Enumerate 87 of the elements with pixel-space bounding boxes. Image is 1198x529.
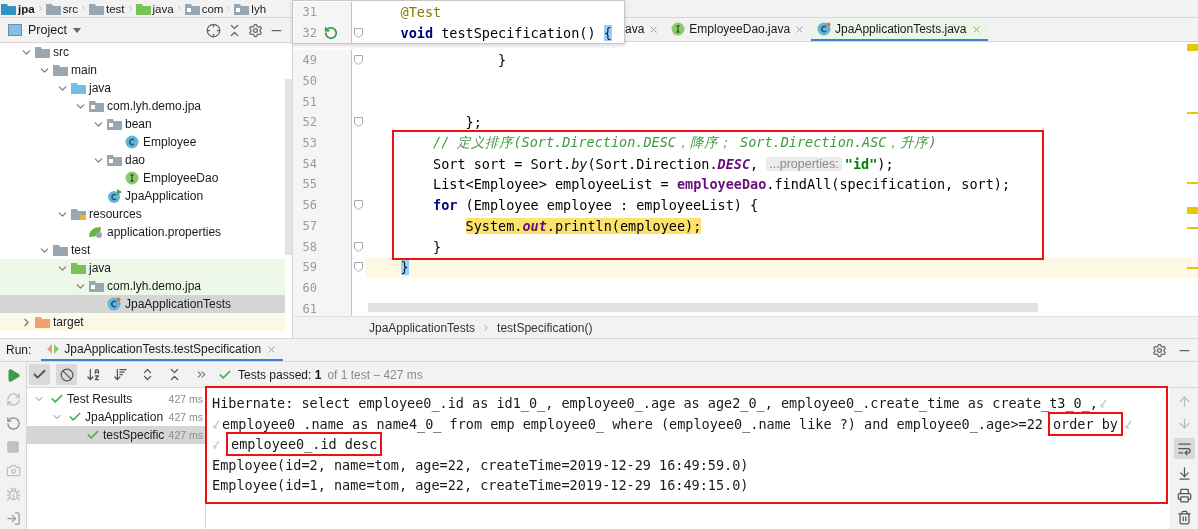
line-number: 31: [301, 5, 317, 20]
tree-item[interactable]: java: [0, 259, 285, 277]
tree-item[interactable]: com.lyh.demo.jpa: [0, 277, 285, 295]
line-number: 61: [301, 301, 317, 316]
tree-item[interactable]: JpaApplication: [0, 187, 285, 205]
line-number: 49: [301, 53, 317, 68]
run-tab[interactable]: JpaApplicationTests.testSpecification: [41, 339, 284, 361]
line-number: 54: [301, 156, 317, 171]
code-token: System.: [465, 217, 523, 234]
code-token: by: [571, 155, 588, 172]
line-number: 50: [301, 74, 317, 89]
code-token: employeeDao: [676, 176, 767, 193]
code-token: .findAll(specification, sort);: [766, 176, 1011, 193]
tree-item[interactable]: main: [0, 61, 285, 79]
line-number: 52: [301, 115, 317, 130]
console-line: Hibernate: select employee0_.id as id1_0_, employee0_.age as age2_0_, employee0_.create_time as create_t3_0_,: [212, 395, 1098, 412]
code-token: }: [498, 52, 507, 69]
tree-item[interactable]: JpaApplicationTests: [0, 295, 285, 313]
test-status: Tests passed: 1: [238, 367, 322, 382]
breadcrumb-item[interactable]: test: [88, 2, 125, 15]
line-number: 51: [301, 94, 317, 109]
tree-item[interactable]: com.lyh.demo.jpa: [0, 97, 285, 115]
line-number: 55: [301, 177, 317, 192]
code-token: // 定义排序(Sort.Direction.DESC，降序； Sort.Direction.ASC，升序): [433, 134, 937, 153]
console-line: Employee(id=1, name=tom, age=22, createTime=2019-12-29 16:49:15.0): [212, 477, 749, 494]
line-number: 32: [301, 26, 317, 41]
code-token: }: [400, 259, 409, 276]
console-line: employee0_.name as name4_0_ from emp employee0_ where (employee0_.name like ?) and employee0_.age>=22: [222, 415, 1043, 432]
code-token: (Employee employee : employeeList) {: [464, 197, 759, 214]
test-name: testSpecific: [103, 428, 165, 442]
code-token: (Sort.Direction.: [587, 155, 718, 172]
tree-item[interactable]: bean: [0, 115, 285, 133]
code-token: void: [400, 25, 434, 42]
breadcrumb-item[interactable]: JpaApplicationTests: [369, 320, 476, 335]
tree-item[interactable]: Employee: [0, 133, 285, 151]
breadcrumb-item[interactable]: java: [135, 2, 174, 15]
code-token: );: [877, 155, 894, 172]
editor-tab[interactable]: ava: [619, 19, 666, 41]
code-token: .println(employee);: [546, 217, 702, 234]
editor-tab[interactable]: JpaApplicationTests.java: [811, 19, 988, 41]
tree-item[interactable]: java: [0, 79, 285, 97]
line-number: 59: [301, 260, 317, 275]
tree-item[interactable]: src: [0, 43, 285, 61]
test-name: Test Results: [67, 392, 133, 406]
boxed-console-text: order by: [1047, 411, 1123, 436]
boxed-console-text: employee0_.id desc: [226, 432, 383, 457]
tree-item[interactable]: test: [0, 241, 285, 259]
breadcrumb-item[interactable]: jpa: [1, 2, 35, 15]
code-token: testSpecification(): [440, 25, 597, 42]
test-summary: of 1 test – 427 ms: [327, 367, 423, 382]
code-token: DESC: [717, 155, 751, 172]
tree-item[interactable]: resources: [0, 205, 285, 223]
breadcrumb-item[interactable]: testSpecification(): [497, 320, 593, 335]
parameter-hint: ...properties:: [766, 156, 842, 171]
code-token: @Test: [400, 4, 442, 21]
test-name: JpaApplication: [85, 410, 164, 424]
console-line: Employee(id=2, name=tom, age=22, createTime=2019-12-29 16:49:59.0): [212, 456, 749, 473]
line-number: 56: [301, 198, 317, 213]
code-token: ,: [750, 155, 760, 172]
breadcrumb-item[interactable]: lyh: [234, 2, 267, 15]
line-number: 57: [301, 218, 317, 233]
code-token: "id": [844, 155, 878, 172]
tree-item[interactable]: target: [0, 313, 285, 331]
line-number: 58: [301, 239, 317, 254]
tree-item[interactable]: EmployeeDao: [0, 169, 285, 187]
code-token: {: [603, 25, 612, 42]
panel-title[interactable]: Project: [28, 23, 67, 37]
test-duration: 427 ms: [168, 411, 204, 423]
test-tree-item[interactable]: JpaApplication 427 ms: [27, 408, 205, 426]
code-token: }: [433, 238, 442, 255]
test-duration: 427 ms: [168, 393, 204, 405]
code-token: Sort sort = Sort.: [433, 155, 572, 172]
code-token: for: [433, 197, 458, 214]
code-token: List<Employee> employeeList =: [433, 176, 670, 193]
breadcrumb-item[interactable]: com: [184, 2, 224, 15]
panel-title: Run:: [6, 343, 32, 357]
tree-item[interactable]: application.properties: [0, 223, 285, 241]
line-number: 60: [301, 280, 317, 295]
code-token: };: [465, 114, 482, 131]
editor-tab[interactable]: EmployeeDao.java: [665, 19, 812, 41]
test-duration: 427 ms: [168, 429, 204, 441]
test-tree-item[interactable]: Test Results 427 ms: [27, 390, 205, 408]
breadcrumb-item[interactable]: src: [45, 2, 78, 15]
line-number: 53: [301, 136, 317, 151]
tree-item[interactable]: dao: [0, 151, 285, 169]
code-token: out: [522, 217, 547, 234]
test-tree-item[interactable]: testSpecific 427 ms: [27, 426, 205, 444]
